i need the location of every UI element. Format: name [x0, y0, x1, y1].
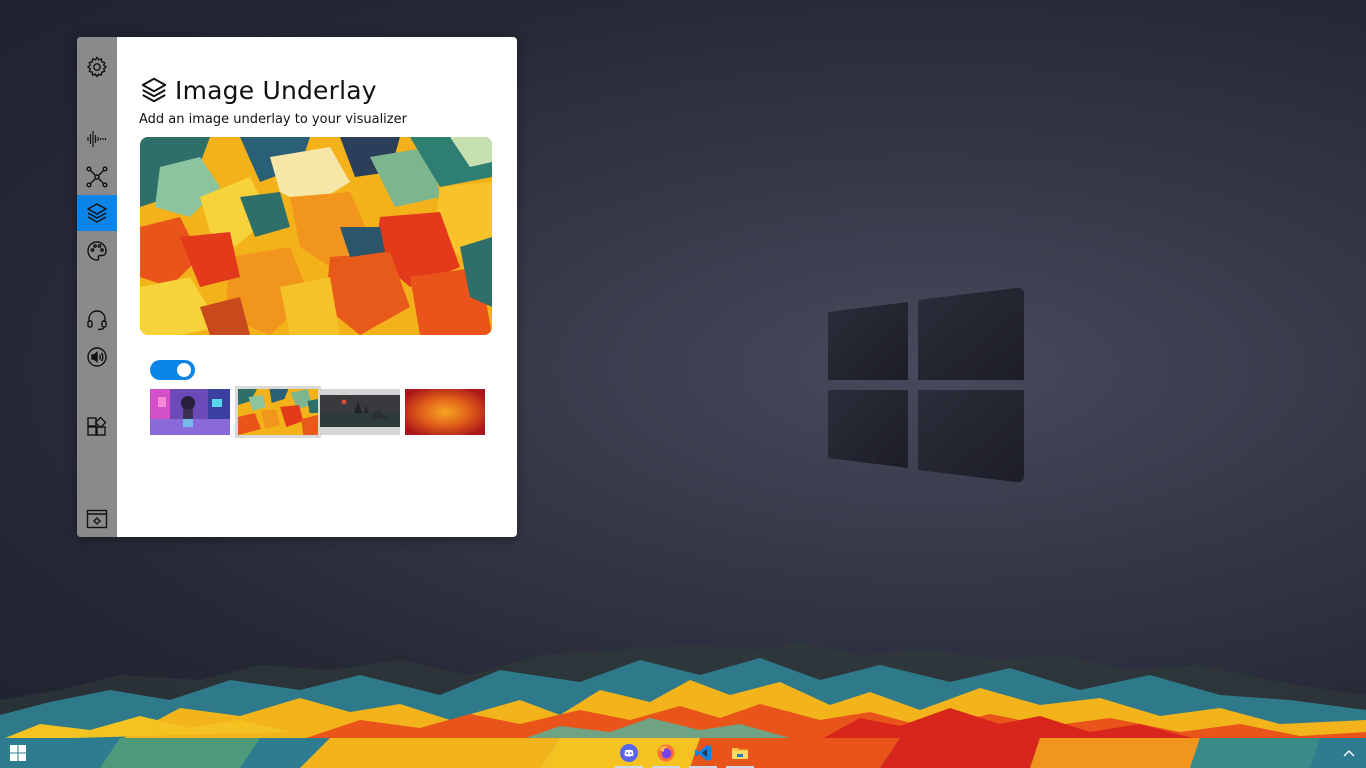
- start-button[interactable]: [0, 738, 36, 768]
- gear-icon: [86, 56, 108, 78]
- layers-icon: [87, 203, 107, 223]
- settings-nav-window[interactable]: [77, 501, 117, 537]
- taskbar-app-file-explorer[interactable]: [723, 738, 757, 768]
- palette-icon: [87, 241, 107, 261]
- taskbar-app-firefox[interactable]: [649, 738, 683, 768]
- anime-girl-thumbnail[interactable]: [150, 389, 230, 435]
- windows-logo-wallpaper: [828, 287, 1024, 483]
- settings-nav-waveform[interactable]: [77, 121, 117, 157]
- settings-nav-image-underlay[interactable]: [77, 195, 117, 231]
- firefox-icon: [657, 744, 675, 762]
- page-header: Image Underlay: [139, 75, 377, 105]
- window-settings-icon: [86, 509, 108, 529]
- headset-icon: [87, 310, 107, 331]
- underlay-thumbnail-list: [150, 386, 490, 438]
- network-nodes-icon: [86, 166, 108, 188]
- toggle-knob: [177, 363, 191, 377]
- underlay-preview-image: [140, 137, 492, 335]
- dark-landscape-thumbnail[interactable]: [320, 389, 400, 435]
- speaker-icon: [87, 347, 107, 367]
- settings-content: Image Underlay Add an image underlay to …: [117, 37, 517, 537]
- widgets-icon: [87, 416, 107, 436]
- taskbar-app-discord[interactable]: [612, 738, 646, 768]
- settings-sidebar: [77, 37, 117, 537]
- system-tray-expand[interactable]: [1340, 744, 1358, 762]
- settings-nav-general[interactable]: [77, 49, 117, 85]
- layers-icon: [141, 77, 167, 103]
- waveform-icon: [87, 131, 107, 147]
- wallpaper-mountains: [0, 642, 1366, 740]
- page-title: Image Underlay: [175, 75, 377, 105]
- image-underlay-window: Image Underlay Add an image underlay to …: [77, 37, 517, 537]
- discord-icon: [620, 744, 638, 762]
- chevron-up-icon: [1343, 750, 1355, 757]
- orange-sun-thumbnail[interactable]: [405, 389, 485, 435]
- page-subtitle: Add an image underlay to your visualizer: [139, 112, 407, 127]
- vscode-icon: [695, 745, 711, 761]
- file-explorer-icon: [732, 748, 748, 759]
- settings-nav-colors[interactable]: [77, 233, 117, 269]
- settings-nav-audio-input[interactable]: [77, 302, 117, 338]
- settings-nav-widgets[interactable]: [77, 409, 117, 445]
- underlay-enable-toggle[interactable]: [150, 360, 195, 380]
- abstract-waves-thumbnail[interactable]: [235, 386, 321, 438]
- settings-nav-audio-output[interactable]: [77, 339, 117, 375]
- taskbar-wallpaper-strip: [0, 738, 1366, 768]
- windows-start-icon: [10, 745, 26, 761]
- settings-nav-particles[interactable]: [77, 159, 117, 195]
- taskbar: [0, 738, 1366, 768]
- taskbar-app-vscode[interactable]: [686, 738, 720, 768]
